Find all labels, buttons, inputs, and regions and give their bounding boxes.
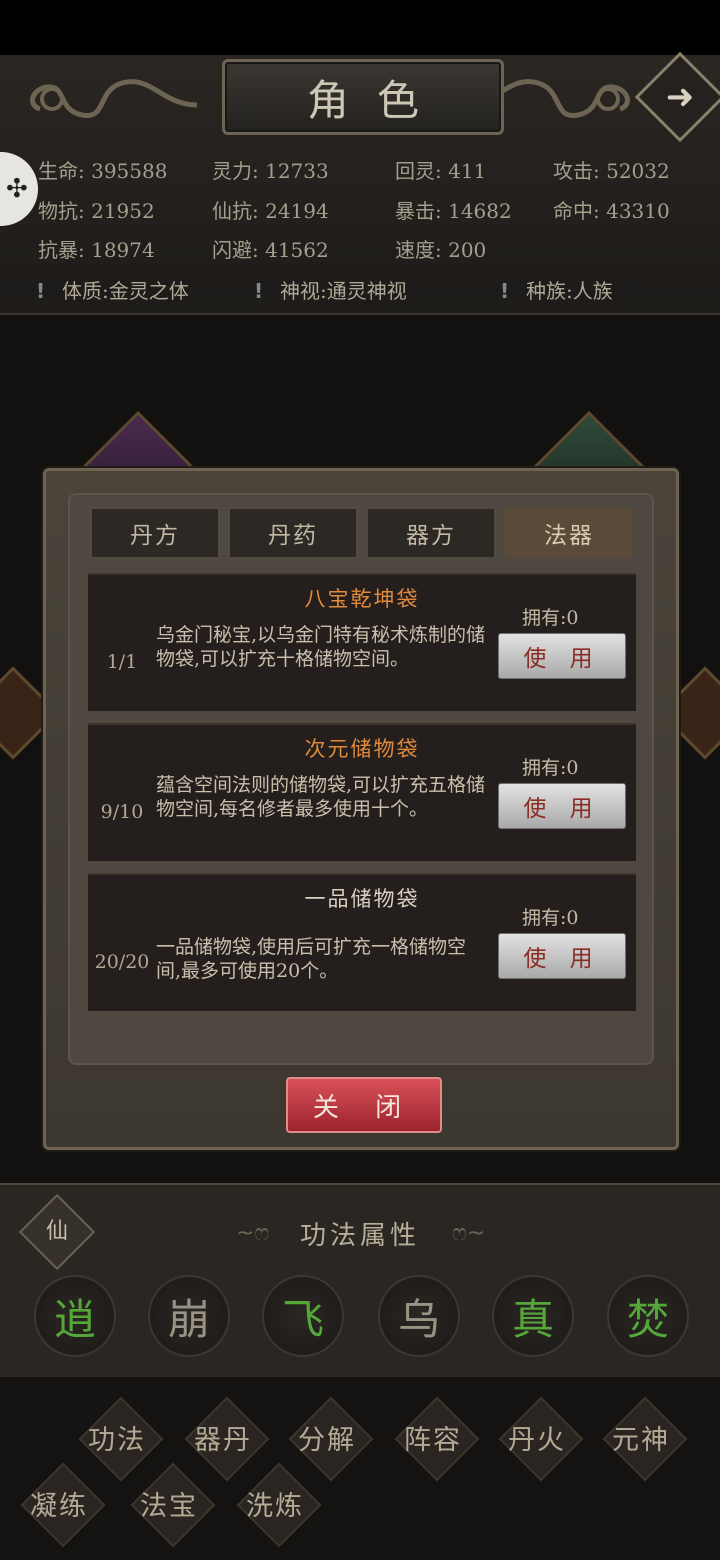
nav-dismantle[interactable]: 分解 [272,1409,382,1465]
stat-speed: 速度: 200 [395,238,487,262]
nav-reforge[interactable]: 洗炼 [220,1475,330,1531]
stat-phys-def: 物抗: 21952 [38,199,155,223]
recipe-modal: 丹方 丹药 器方 法器 八宝乾坤袋 1/1 乌金门秘宝,以乌金门特有秘术炼制的储… [43,468,679,1150]
item-description: 乌金门秘宝,以乌金门特有秘术炼制的储物袋,可以扩充十格储物空间。 [156,624,486,670]
owned-count: 拥有:0 [522,907,579,929]
use-button[interactable]: 使 用 [498,783,626,829]
property-constitution[interactable]: ! 体质:金灵之体 [36,275,189,304]
nav-treasure[interactable]: 法宝 [114,1475,224,1531]
technique-attributes-panel: 仙 ~ෆ 功法属性 ෆ~ 逍 崩 飞 乌 真 焚 [0,1183,720,1379]
info-icon: ! [36,279,46,303]
list-item: 一品储物袋 20/20 一品储物袋,使用后可扩充一格储物空间,最多可使用20个。… [88,873,636,1011]
stat-hit: 命中: 43310 [553,199,670,223]
nav-technique[interactable]: 功法 [62,1409,172,1465]
tab-artifacts[interactable]: 法器 [504,507,634,559]
technique-char[interactable]: 真 [492,1275,574,1357]
technique-char[interactable]: 逍 [34,1275,116,1357]
stat-crit-resist: 抗暴: 18974 [38,238,155,262]
use-button[interactable]: 使 用 [498,633,626,679]
tab-pills[interactable]: 丹药 [228,507,358,559]
property-race[interactable]: ! 种族:人族 [500,275,613,304]
tab-artifact-recipe[interactable]: 器方 [366,507,496,559]
list-item: 次元储物袋 9/10 蕴含空间法则的储物袋,可以扩充五格储物空间,每名修者最多使… [88,723,636,861]
item-count: 9/10 [100,801,144,823]
technique-char[interactable]: 焚 [607,1275,689,1357]
technique-char[interactable]: 乌 [378,1275,460,1357]
use-button[interactable]: 使 用 [498,933,626,979]
nav-formation[interactable]: 阵容 [378,1409,488,1465]
item-count: 1/1 [106,651,138,673]
stat-dodge: 闪避: 41562 [212,238,329,262]
item-description: 一品储物袋,使用后可扩充一格储物空间,最多可使用20个。 [156,936,467,982]
status-bar [0,0,720,55]
nav-refine[interactable]: 凝练 [4,1475,114,1531]
arrow-right-icon: ➜ [665,77,695,117]
technique-char[interactable]: 飞 [262,1275,344,1357]
stat-regen: 回灵: 411 [395,159,487,183]
property-divine-sight[interactable]: ! 神视:通灵神视 [254,275,407,304]
section-title: 功法属性 [299,1221,420,1251]
nav-primordial-spirit[interactable]: 元神 [586,1409,696,1465]
close-button[interactable]: 关 闭 [286,1077,442,1133]
swirl-ornament-icon: ෆ~ [452,1221,486,1246]
stat-hp: 生命: 395588 [38,159,168,183]
item-count: 20/20 [94,951,150,973]
owned-count: 拥有:0 [522,757,579,779]
list-item: 八宝乾坤袋 1/1 乌金门秘宝,以乌金门特有秘术炼制的储物袋,可以扩充十格储物空… [88,573,636,711]
nav-pill-fire[interactable]: 丹火 [482,1409,592,1465]
technique-char[interactable]: 崩 [148,1275,230,1357]
side-menu-tab[interactable]: ✣ [0,152,38,226]
info-icon: ! [500,279,510,303]
item-description: 蕴含空间法则的储物袋,可以扩充五格储物空间,每名修者最多使用十个。 [156,774,486,820]
info-icon: ! [254,279,264,303]
stat-attack: 攻击: 52032 [553,159,670,183]
stat-mana: 灵力: 12733 [212,159,329,183]
owned-count: 拥有:0 [522,607,579,629]
nav-gear-pill[interactable]: 器丹 [168,1409,278,1465]
bottom-nav: 功法 器丹 分解 阵容 丹火 元神 凝练 法宝 洗炼 [0,1377,720,1560]
page-title-plate: 角色 [222,59,504,135]
stat-magic-def: 仙抗: 24194 [212,199,329,223]
page-title: 角色 [306,75,447,125]
cloud-ornament-left-icon [30,79,198,119]
character-header: 角色 ➜ ✣ 生命: 395588 灵力: 12733 回灵: 411 攻击: … [0,51,720,315]
puzzle-icon: ✣ [6,174,28,204]
tab-pill-recipe[interactable]: 丹方 [90,507,220,559]
stat-crit: 暴击: 14682 [395,199,512,223]
